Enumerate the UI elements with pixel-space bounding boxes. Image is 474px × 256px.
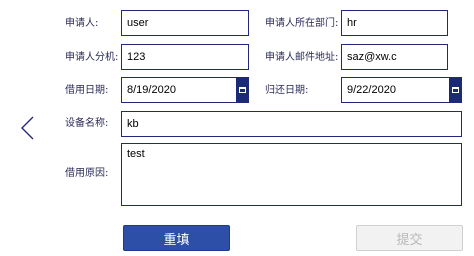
borrow-date-picker[interactable]: 8/19/2020: [121, 77, 249, 103]
device-label: 设备名称:: [65, 118, 109, 129]
reason-label: 借用原因:: [65, 168, 109, 179]
email-input[interactable]: saz@xw.c: [341, 44, 448, 70]
borrow-date-label: 借用日期:: [65, 85, 109, 96]
submit-button[interactable]: 提交: [356, 225, 463, 251]
applicant-label: 申请人:: [65, 18, 99, 29]
return-date-picker[interactable]: 9/22/2020: [341, 77, 462, 103]
extension-label: 申请人分机:: [65, 52, 119, 63]
department-value: hr: [347, 17, 357, 29]
reason-textarea[interactable]: test: [121, 143, 462, 206]
extension-input[interactable]: 123: [121, 44, 249, 70]
calendar-icon[interactable]: [449, 78, 461, 102]
return-date-label: 归还日期:: [265, 85, 309, 96]
device-value: kb: [127, 118, 139, 130]
calendar-icon[interactable]: [236, 78, 248, 102]
reset-button[interactable]: 重填: [123, 225, 230, 251]
device-input[interactable]: kb: [121, 111, 462, 137]
department-label: 申请人所在部门:: [265, 18, 339, 29]
extension-value: 123: [127, 51, 146, 63]
email-label: 申请人邮件地址:: [265, 52, 339, 63]
applicant-input[interactable]: user: [121, 10, 249, 36]
department-input[interactable]: hr: [341, 10, 448, 36]
return-date-value: 9/22/2020: [347, 84, 396, 96]
reason-value: test: [127, 148, 145, 160]
applicant-value: user: [127, 17, 149, 29]
back-chevron-icon[interactable]: [18, 115, 36, 141]
borrow-date-value: 8/19/2020: [127, 84, 176, 96]
email-value: saz@xw.c: [347, 51, 397, 63]
